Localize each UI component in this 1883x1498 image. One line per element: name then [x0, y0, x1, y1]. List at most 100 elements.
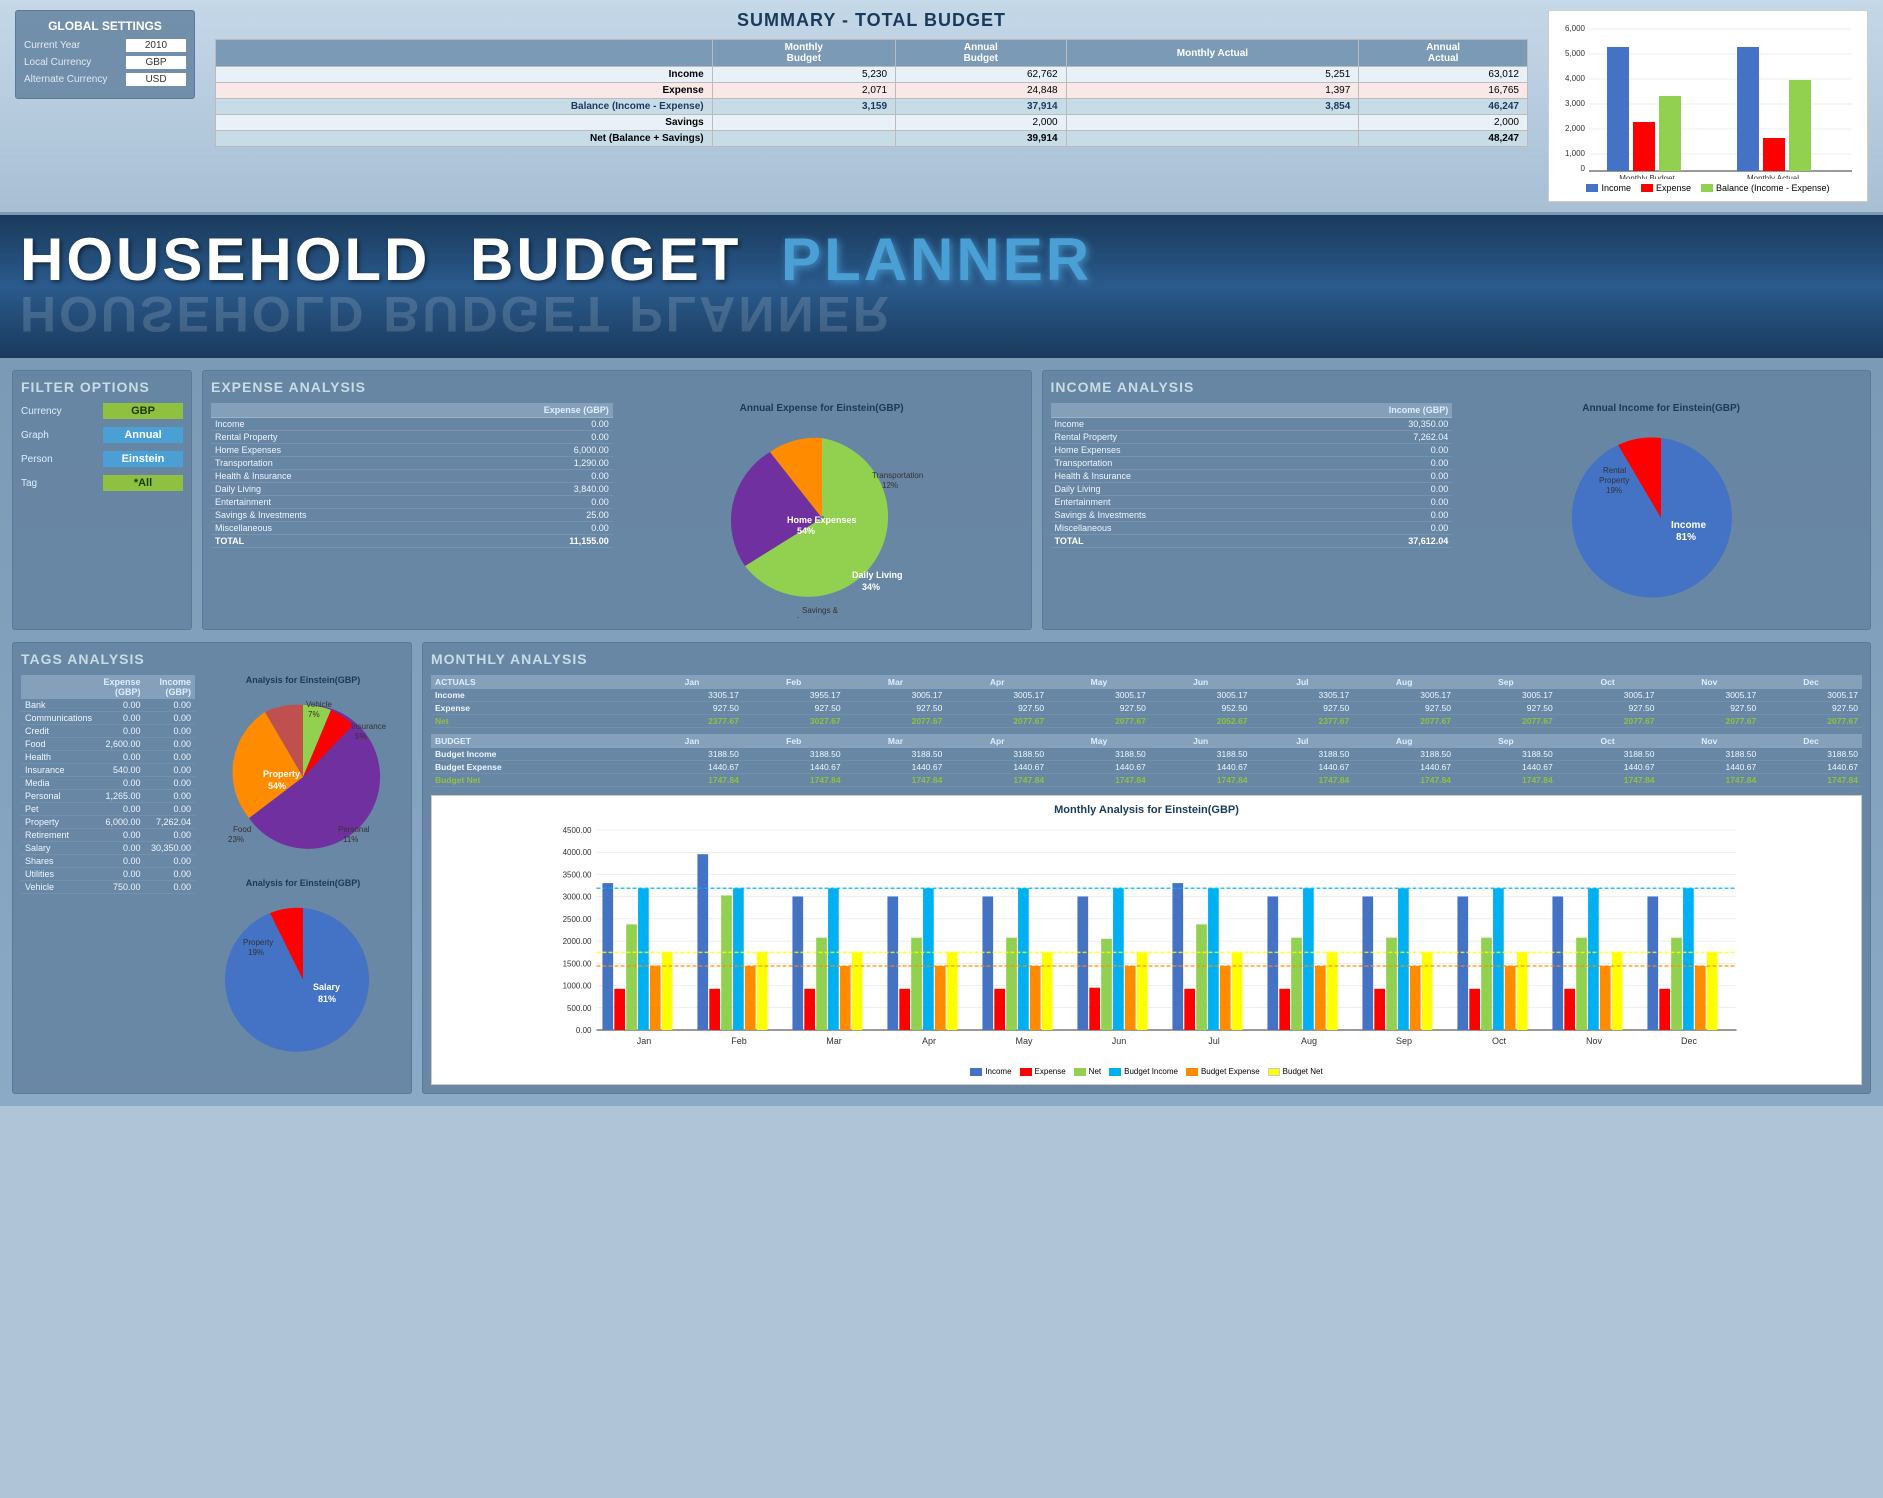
- tags-table: Expense (GBP) Income (GBP) Bank0.000.00C…: [21, 675, 195, 894]
- svg-text:0: 0: [1581, 164, 1586, 173]
- main-title-household: HOUSEHOLD: [20, 226, 430, 293]
- monthly-col-sep: Sep: [1455, 675, 1557, 689]
- bottom-row: TAGS ANALYSIS Expense (GBP) Income (GBP)…: [12, 642, 1871, 1094]
- tags-row: Vehicle750.000.00: [21, 881, 195, 894]
- svg-text:Income: Income: [1671, 520, 1706, 531]
- summary-title: SUMMARY - TOTAL BUDGET: [215, 10, 1528, 31]
- legend-ml-budget-net: Budget Net: [1268, 1067, 1323, 1076]
- monthly-budget-expense-row: Budget Expense1440.671440.671440.671440.…: [431, 761, 1862, 774]
- monthly-bar-chart-svg: 0.00500.001000.001500.002000.002500.0030…: [440, 820, 1853, 1060]
- legend-ml-net-label: Net: [1089, 1067, 1101, 1076]
- top-bar-chart: 6,000 5,000 4,000 3,000 2,000 1,000 0: [1548, 10, 1868, 202]
- svg-text:Savings &: Savings &: [802, 606, 839, 615]
- monthly-col-dec: Dec: [1760, 675, 1862, 689]
- income-row: Health & Insurance0.00: [1051, 470, 1453, 483]
- alternate-currency-value[interactable]: USD: [126, 73, 186, 86]
- legend-ml-budget-income-color: [1109, 1068, 1121, 1076]
- legend-ml-budget-net-label: Budget Net: [1283, 1067, 1323, 1076]
- legend-expense-color: [1641, 184, 1653, 192]
- monthly-col-aug: Aug: [1353, 675, 1455, 689]
- filter-options-title: FILTER OPTIONS: [21, 379, 183, 395]
- svg-text:Personal: Personal: [338, 825, 370, 834]
- svg-text:Feb: Feb: [731, 1036, 747, 1046]
- summary-row: Income5,23062,7625,25163,012: [216, 67, 1528, 83]
- main-title-budget: BUDGET: [470, 226, 741, 293]
- svg-text:1500.00: 1500.00: [563, 959, 592, 968]
- monthly-col-actuals: ACTUALS: [431, 675, 641, 689]
- svg-text:2500.00: 2500.00: [563, 915, 592, 924]
- svg-text:81%: 81%: [318, 994, 336, 1004]
- expense-pie-chart: Home Expenses 54% Transportation 12% Dai…: [712, 418, 932, 618]
- local-currency-row: Local Currency GBP: [24, 56, 186, 69]
- filter-tag-value[interactable]: *All: [103, 475, 183, 491]
- svg-text:Monthly Actual: Monthly Actual: [1747, 174, 1799, 179]
- svg-text:Apr: Apr: [922, 1036, 936, 1046]
- summary-row-annual-actual: 16,765: [1359, 83, 1528, 99]
- top-section: GLOBAL SETTINGS Current Year 2010 Local …: [0, 0, 1883, 215]
- svg-text:34%: 34%: [862, 582, 880, 592]
- tags-row: Shares0.000.00: [21, 855, 195, 868]
- summary-row: Net (Balance + Savings)39,91448,247: [216, 131, 1528, 147]
- svg-text:1000.00: 1000.00: [563, 982, 592, 991]
- filter-currency-row: Currency GBP: [21, 403, 183, 419]
- income-analysis-title: INCOME ANALYSIS: [1051, 379, 1863, 395]
- top-chart-legend: Income Expense Balance (Income - Expense…: [1557, 183, 1859, 193]
- tags-row: Property6,000.007,262.04: [21, 816, 195, 829]
- legend-income-label: Income: [1601, 183, 1631, 193]
- filter-options-panel: FILTER OPTIONS Currency GBP Graph Annual…: [12, 370, 192, 630]
- summary-row-monthly-budget: 2,071: [712, 83, 895, 99]
- summary-row-annual-budget: 39,914: [896, 131, 1067, 147]
- legend-ml-budget-net-color: [1268, 1068, 1280, 1076]
- svg-text:Aug: Aug: [1301, 1036, 1317, 1046]
- svg-text:2000.00: 2000.00: [563, 937, 592, 946]
- summary-row: Savings2,0002,000: [216, 115, 1528, 131]
- monthly-col-nov: Nov: [1658, 675, 1760, 689]
- analysis-row: FILTER OPTIONS Currency GBP Graph Annual…: [12, 370, 1871, 630]
- svg-text:Investments: Investments: [797, 616, 840, 618]
- summary-row-annual-budget: 37,914: [896, 99, 1067, 115]
- svg-text:Salary: Salary: [313, 982, 340, 992]
- summary-row-annual-budget: 24,848: [896, 83, 1067, 99]
- main-title-section: HOUSEHOLD BUDGET PLANNER HOUSEHOLD BUDGE…: [0, 215, 1883, 358]
- income-row: Rental Property7,262.04: [1051, 431, 1453, 444]
- expense-row: Daily Living3,840.00: [211, 483, 613, 496]
- svg-text:Sep: Sep: [1396, 1036, 1412, 1046]
- svg-text:Monthly Budget: Monthly Budget: [1619, 174, 1675, 179]
- current-year-value[interactable]: 2010: [126, 39, 186, 52]
- svg-text:54%: 54%: [268, 781, 286, 791]
- expense-chart-container: Annual Expense for Einstein(GBP) Home: [621, 403, 1023, 621]
- filter-graph-value[interactable]: Annual: [103, 427, 183, 443]
- expense-analysis-inner: Expense (GBP) Income0.00Rental Property0…: [211, 403, 1023, 621]
- legend-expense-label: Expense: [1656, 183, 1691, 193]
- local-currency-label: Local Currency: [24, 57, 91, 68]
- filter-person-value[interactable]: Einstein: [103, 451, 183, 467]
- summary-row-annual-actual: 63,012: [1359, 67, 1528, 83]
- summary-row-label: Income: [216, 67, 713, 83]
- monthly-analysis-title: MONTHLY ANALYSIS: [431, 651, 1862, 667]
- tags-row: Pet0.000.00: [21, 803, 195, 816]
- local-currency-value[interactable]: GBP: [126, 56, 186, 69]
- tags-pie-chart-2: Salary 81% Property 19%: [203, 890, 403, 1070]
- summary-col-label: [216, 40, 713, 67]
- svg-text:4,000: 4,000: [1565, 74, 1586, 83]
- summary-row-annual-actual: 2,000: [1359, 115, 1528, 131]
- income-row: Miscellaneous0.00: [1051, 522, 1453, 535]
- monthly-budget-table: BUDGET Jan Feb Mar Apr May Jun Jul Aug S…: [431, 734, 1862, 787]
- current-year-row: Current Year 2010: [24, 39, 186, 52]
- svg-text:4500.00: 4500.00: [563, 826, 592, 835]
- svg-text:500.00: 500.00: [567, 1004, 592, 1013]
- summary-row-annual-actual: 48,247: [1359, 131, 1528, 147]
- svg-text:3500.00: 3500.00: [563, 870, 592, 879]
- income-table-container: Income (GBP) Income30,350.00Rental Prope…: [1051, 403, 1453, 621]
- svg-text:Transportation: Transportation: [872, 471, 923, 480]
- svg-text:23%: 23%: [228, 835, 244, 844]
- legend-ml-budget-expense: Budget Expense: [1186, 1067, 1260, 1076]
- svg-text:Jul: Jul: [1208, 1036, 1220, 1046]
- filter-graph-label: Graph: [21, 430, 49, 441]
- expense-row: Transportation1,290.00: [211, 457, 613, 470]
- svg-text:81%: 81%: [1676, 532, 1696, 543]
- filter-currency-value[interactable]: GBP: [103, 403, 183, 419]
- svg-text:Mar: Mar: [826, 1036, 842, 1046]
- tags-pie-chart-2-wrapper: Analysis for Einstein(GBP) Salary 81% Pr…: [203, 878, 403, 1073]
- legend-expense: Expense: [1641, 183, 1691, 193]
